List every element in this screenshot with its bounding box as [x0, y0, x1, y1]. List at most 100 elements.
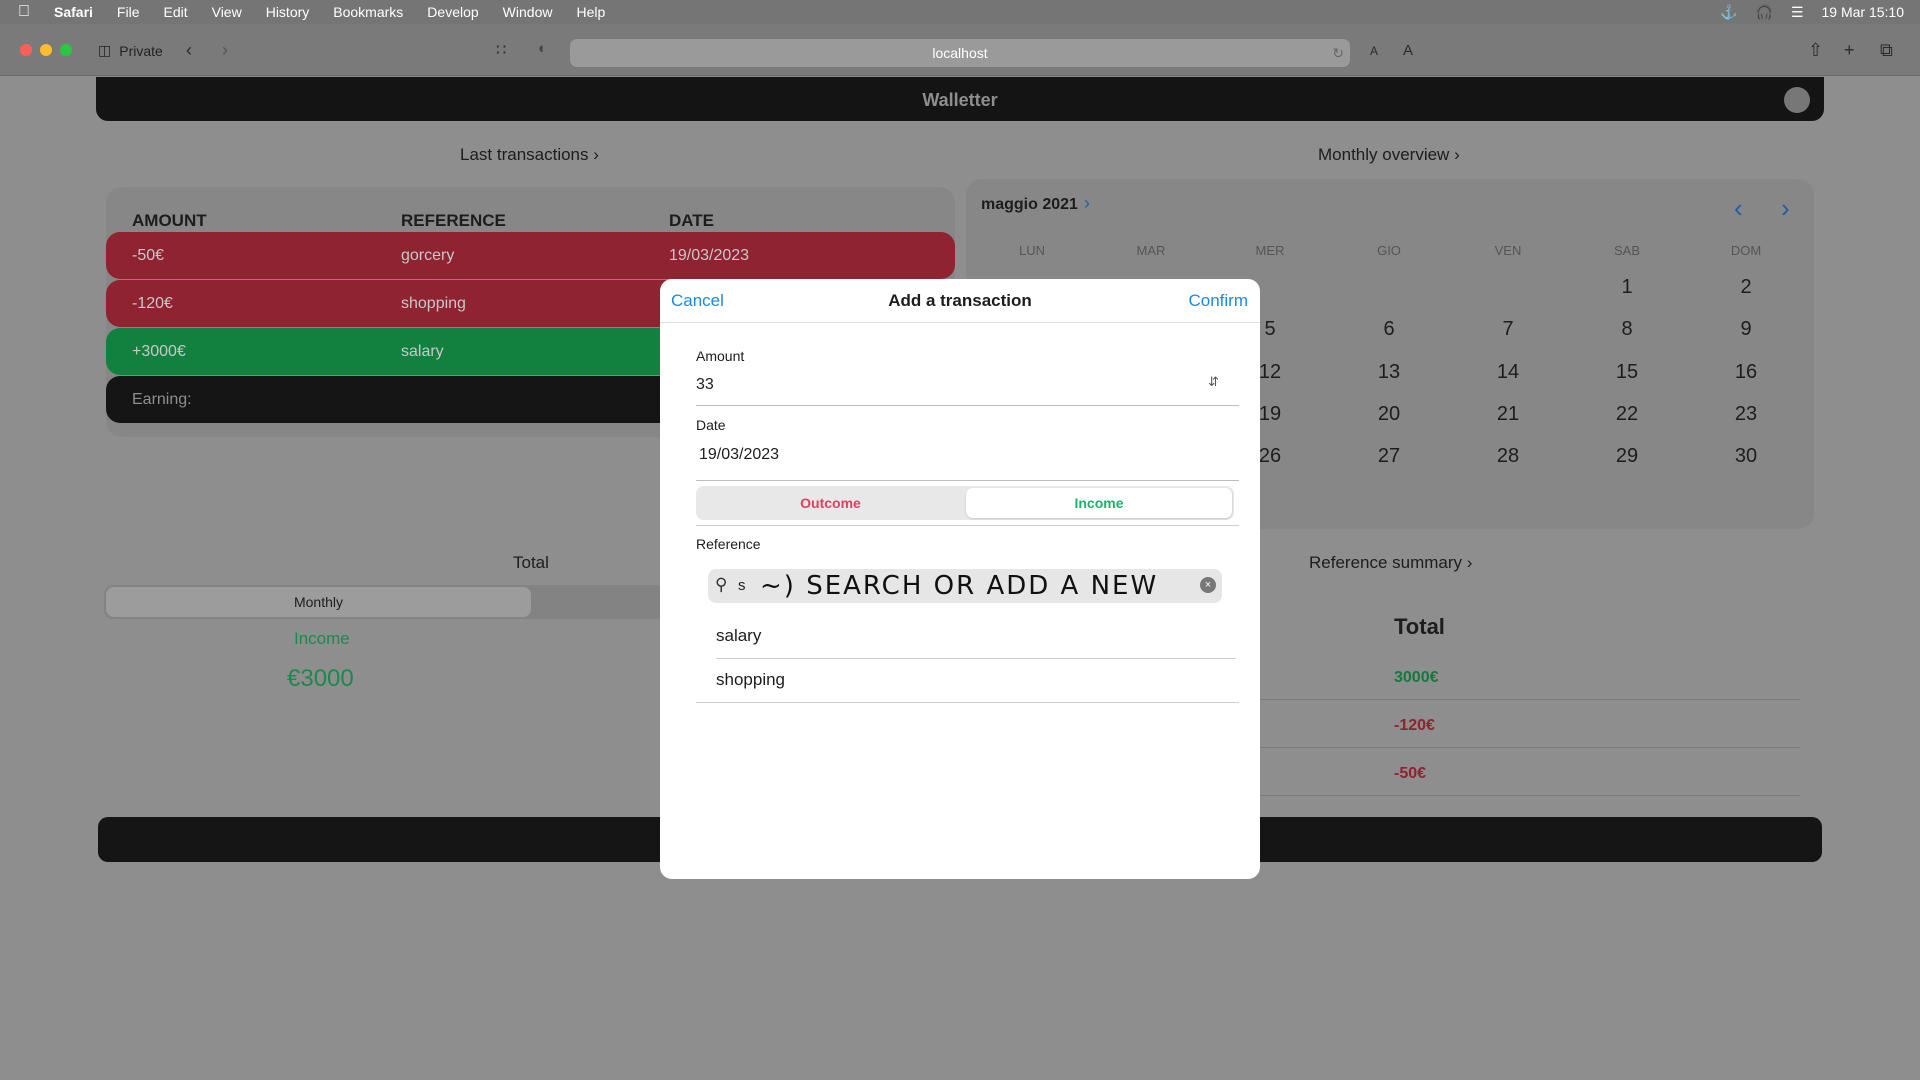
zoom-window-button[interactable]	[60, 44, 72, 56]
menu-view[interactable]: View	[212, 4, 242, 20]
header-reference: REFERENCE	[401, 211, 506, 230]
previous-month-icon[interactable]: ‹	[1734, 193, 1743, 224]
calendar-day[interactable]: 30	[1716, 445, 1776, 468]
handwritten-overlay: ~) SEARCH OR ADD A NEW	[760, 571, 1159, 601]
menu-help[interactable]: Help	[576, 4, 605, 20]
calendar-day[interactable]: 23	[1716, 403, 1776, 426]
modal-title: Add a transaction	[888, 291, 1032, 310]
calendar-day[interactable]: 13	[1359, 361, 1419, 384]
minimize-window-button[interactable]	[40, 44, 52, 56]
menu-app-name[interactable]: Safari	[54, 4, 93, 20]
monthly-overview-title: Monthly overview	[1318, 145, 1450, 164]
private-label: Private	[119, 42, 163, 59]
chevron-right-icon: ›	[1454, 145, 1460, 164]
type-segmented-control: Outcome Income	[696, 486, 1234, 520]
share-icon[interactable]: ⇧	[1808, 40, 1823, 61]
reference-summary-link[interactable]: Reference summary ›	[1309, 553, 1472, 573]
browser-toolbar: ◫ Private ‹ › ∷ ◐ localhost ↻ A A ⇧ + ⧉	[0, 24, 1920, 76]
reload-icon[interactable]: ↻	[1332, 39, 1344, 67]
weekday-label: GIO	[1377, 243, 1401, 258]
url-text: localhost	[932, 45, 988, 61]
divider	[1258, 699, 1800, 700]
cell-reference: gorcery	[401, 247, 455, 264]
apple-icon[interactable]: 	[18, 3, 30, 21]
tab-overview-icon[interactable]: ⧉	[1880, 40, 1893, 61]
calendar-day[interactable]: 14	[1478, 361, 1538, 384]
income-label: Income	[294, 629, 350, 648]
weekday-label: VEN	[1494, 243, 1522, 258]
confirm-button[interactable]: Confirm	[1188, 291, 1248, 311]
calendar-day[interactable]: 15	[1597, 361, 1657, 384]
sidebar-icon: ◫	[98, 42, 112, 58]
menu-bookmarks[interactable]: Bookmarks	[333, 4, 403, 20]
calendar-day[interactable]: 6	[1359, 318, 1419, 341]
cell-reference: salary	[401, 343, 444, 360]
calendar-day[interactable]: 27	[1359, 445, 1419, 468]
stepper-icon[interactable]: ⇵	[1208, 374, 1219, 390]
calendar-day[interactable]: 22	[1597, 403, 1657, 426]
reference-search-input[interactable]: ⚲ s ~) SEARCH OR ADD A NEW ×	[708, 569, 1222, 603]
amount-value: 33	[696, 376, 714, 393]
menu-clock[interactable]: 19 Mar 15:10	[1822, 4, 1905, 20]
date-value: 19/03/2023	[699, 446, 780, 463]
calendar-day[interactable]: 1	[1597, 276, 1657, 299]
cell-reference: shopping	[401, 295, 466, 312]
calendar-day[interactable]: 7	[1478, 318, 1538, 341]
calendar-day[interactable]: 9	[1716, 318, 1776, 341]
monthly-overview-link[interactable]: Monthly overview ›	[1318, 145, 1460, 165]
divider	[696, 702, 1239, 703]
divider	[696, 525, 1239, 526]
weekday-label: MAR	[1136, 243, 1166, 258]
grid-icon[interactable]: ∷	[496, 40, 506, 60]
reference-option[interactable]: salary	[716, 626, 1236, 646]
menu-develop[interactable]: Develop	[427, 4, 478, 20]
calendar-day[interactable]: 28	[1478, 445, 1538, 468]
shield-icon[interactable]: ◐	[538, 40, 547, 57]
text-larger-button[interactable]: A	[1403, 42, 1413, 59]
clear-icon[interactable]: ×	[1200, 577, 1216, 593]
sidebar-toggle-button[interactable]: ◫ Private	[98, 42, 163, 59]
chevron-right-icon[interactable]: ›	[1084, 193, 1090, 214]
next-month-icon[interactable]: ›	[1781, 193, 1790, 224]
segment-monthly[interactable]: Monthly	[106, 587, 531, 617]
menu-file[interactable]: File	[117, 4, 140, 20]
amount-field[interactable]: 33 ⇵	[696, 374, 1239, 406]
back-icon[interactable]: ‹	[186, 40, 192, 61]
divider	[1258, 747, 1800, 748]
new-tab-icon[interactable]: +	[1844, 40, 1855, 61]
chevron-right-icon: ›	[1466, 553, 1473, 572]
segment-income[interactable]: Income	[966, 488, 1232, 518]
calendar-day[interactable]: 16	[1716, 361, 1776, 384]
calendar-month[interactable]: maggio 2021	[981, 196, 1078, 214]
search-value: s	[738, 577, 746, 594]
reference-option[interactable]: shopping	[716, 670, 1236, 690]
calendar-day[interactable]: 21	[1478, 403, 1538, 426]
menu-edit[interactable]: Edit	[163, 4, 187, 20]
menu-window[interactable]: Window	[503, 4, 553, 20]
segment-outcome[interactable]: Outcome	[696, 486, 965, 520]
close-window-button[interactable]	[20, 44, 32, 56]
text-smaller-button[interactable]: A	[1370, 44, 1378, 58]
last-transactions-title: Last transactions	[460, 145, 589, 164]
divider	[1258, 795, 1800, 796]
address-bar[interactable]: localhost ↻	[570, 39, 1350, 67]
menu-history[interactable]: History	[266, 4, 310, 20]
app-header: Walletter	[96, 77, 1824, 121]
forward-icon[interactable]: ›	[222, 40, 228, 61]
summary-value: -120€	[1394, 717, 1435, 734]
avatar-icon[interactable]	[1784, 87, 1810, 113]
date-field[interactable]: 19/03/2023	[696, 446, 1239, 481]
add-transaction-modal: Cancel Add a transaction Confirm Amount …	[660, 279, 1260, 879]
table-row[interactable]: -50€ gorcery 19/03/2023	[106, 232, 955, 279]
reference-summary-title: Reference summary	[1309, 553, 1463, 572]
chevron-right-icon: ›	[593, 145, 599, 164]
last-transactions-link[interactable]: Last transactions ›	[460, 145, 599, 165]
docker-icon[interactable]: ⚓	[1720, 4, 1737, 21]
menu-bar:  Safari File Edit View History Bookmark…	[0, 0, 1920, 24]
calendar-day[interactable]: 29	[1597, 445, 1657, 468]
control-center-icon[interactable]: ☰	[1791, 4, 1804, 21]
calendar-day[interactable]: 8	[1597, 318, 1657, 341]
headphones-icon[interactable]: 🎧	[1756, 4, 1773, 21]
calendar-day[interactable]: 2	[1716, 276, 1776, 299]
calendar-day[interactable]: 20	[1359, 403, 1419, 426]
